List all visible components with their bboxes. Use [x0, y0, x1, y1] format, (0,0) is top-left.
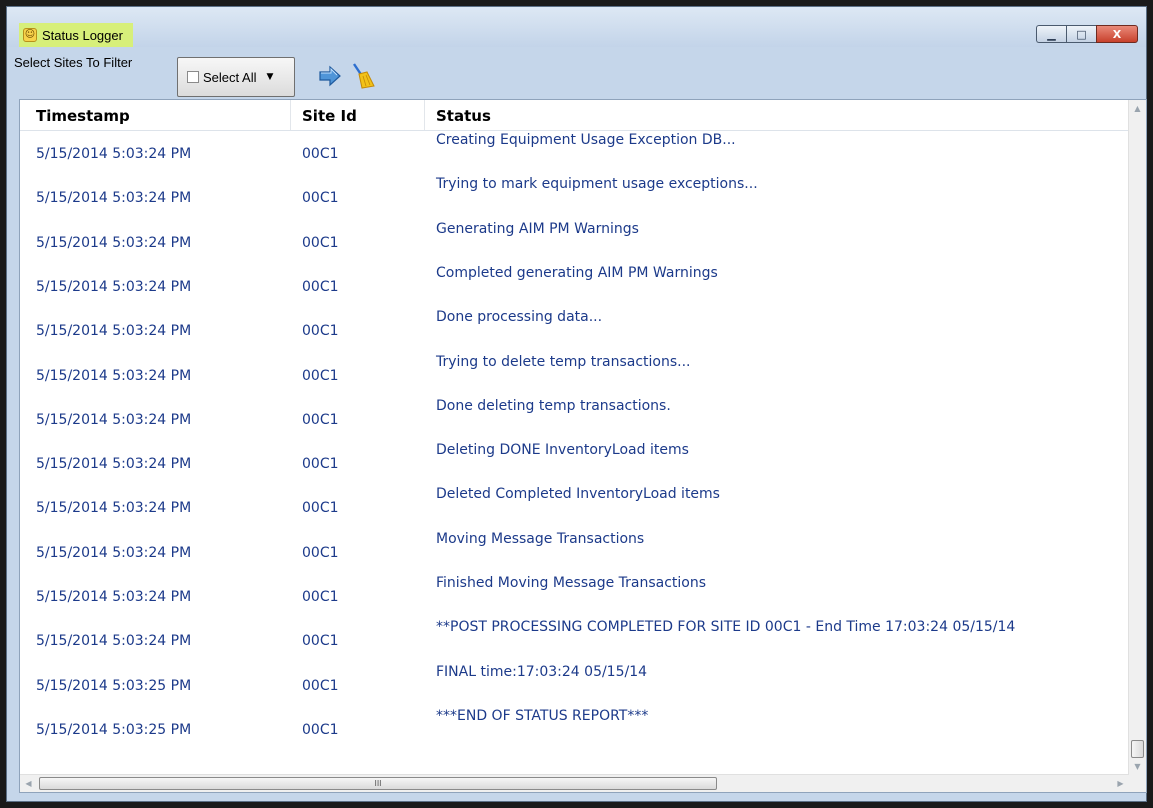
- table-row[interactable]: 5/15/2014 5:03:24 PM 00C1 **POST PROCESSIN…: [20, 618, 1129, 662]
- table-row[interactable]: 5/15/2014 5:03:25 PM 00C1 ***END OF STATUS…: [20, 707, 1129, 751]
- status-cell: Done processing data...: [436, 309, 603, 326]
- site-id-cell: 00C1: [302, 367, 339, 384]
- status-cell: FINAL time:17:03:24 05/15/14: [436, 663, 648, 680]
- site-id-cell: 00C1: [302, 500, 339, 517]
- table-row[interactable]: 5/15/2014 5:03:24 PM 00C1 Done processing …: [20, 308, 1129, 352]
- timestamp-cell: 5/15/2014 5:03:24 PM: [36, 323, 192, 340]
- site-id-cell: 00C1: [302, 190, 339, 207]
- table-row[interactable]: 5/15/2014 5:03:25 PM 00C1 FINAL time:17:03…: [20, 663, 1129, 707]
- minimize-icon: ▁: [1047, 27, 1056, 41]
- vertical-scroll-thumb[interactable]: [1131, 740, 1144, 758]
- table-row[interactable]: 5/15/2014 5:03:24 PM 00C1 Moving Message T…: [20, 530, 1129, 574]
- status-cell: Finished Moving Message Transactions: [436, 575, 707, 591]
- status-cell: Creating Equipment Usage Exception DB...: [436, 132, 736, 148]
- scroll-left-icon[interactable]: ◀: [20, 775, 37, 792]
- table-row[interactable]: 5/15/2014 5:03:24 PM 00C1 Trying to mark e…: [20, 175, 1129, 219]
- timestamp-cell: 5/15/2014 5:03:24 PM: [36, 633, 192, 650]
- column-header-status[interactable]: Status: [436, 107, 491, 125]
- column-header-site-id[interactable]: Site Id: [302, 107, 357, 125]
- table-row[interactable]: 5/15/2014 5:03:24 PM 00C1 Trying to delete…: [20, 353, 1129, 397]
- app-icon: ☺: [23, 28, 37, 42]
- status-cell: Deleting DONE InventoryLoad items: [436, 442, 689, 459]
- site-id-cell: 00C1: [302, 411, 339, 428]
- maximize-icon: □: [1076, 27, 1087, 41]
- timestamp-cell: 5/15/2014 5:03:25 PM: [36, 677, 192, 694]
- status-cell: Moving Message Transactions: [436, 530, 645, 547]
- status-logger-window: ☺ Status Logger ▁ □ X Select Sites To Fi…: [6, 6, 1147, 802]
- status-log-grid[interactable]: Timestamp Site Id Status 5/15/2014 5:03:…: [19, 99, 1147, 793]
- site-id-cell: 00C1: [302, 721, 339, 738]
- filter-label: Select Sites To Filter: [14, 55, 133, 70]
- forward-arrow-icon[interactable]: [315, 61, 345, 91]
- toolbar: Select Sites To Filter Select All ▼: [7, 47, 1146, 99]
- dropdown-arrow-icon[interactable]: ▼: [266, 72, 273, 82]
- status-cell: Deleted Completed InventoryLoad items: [436, 486, 720, 503]
- timestamp-cell: 5/15/2014 5:03:24 PM: [36, 367, 192, 384]
- timestamp-cell: 5/15/2014 5:03:24 PM: [36, 500, 192, 517]
- grip-icon: III: [374, 779, 382, 788]
- vertical-scrollbar[interactable]: ▲ ▼: [1128, 100, 1146, 775]
- status-cell: Trying to mark equipment usage exception…: [436, 176, 758, 193]
- window-title-text: Status Logger: [42, 27, 123, 43]
- timestamp-cell: 5/15/2014 5:03:24 PM: [36, 589, 192, 605]
- window-title: ☺ Status Logger: [19, 23, 133, 47]
- table-row[interactable]: 5/15/2014 5:03:24 PM 00C1 Finished Moving …: [20, 574, 1129, 618]
- scroll-down-icon[interactable]: ▼: [1129, 758, 1146, 775]
- scroll-up-icon[interactable]: ▲: [1129, 100, 1146, 117]
- status-cell: Generating AIM PM Warnings: [436, 220, 639, 237]
- site-filter-dropdown[interactable]: Select All ▼: [177, 57, 295, 97]
- site-id-cell: 00C1: [302, 456, 339, 473]
- timestamp-cell: 5/15/2014 5:03:24 PM: [36, 278, 192, 295]
- site-id-cell: 00C1: [302, 146, 339, 162]
- horizontal-scroll-thumb[interactable]: III: [39, 777, 717, 790]
- site-id-cell: 00C1: [302, 234, 339, 251]
- title-bar[interactable]: ☺ Status Logger ▁ □ X: [7, 7, 1146, 47]
- table-row[interactable]: 5/15/2014 5:03:24 PM 00C1 Deleting DONE In…: [20, 441, 1129, 485]
- table-row[interactable]: 5/15/2014 5:03:24 PM 00C1 Creating Equipme…: [20, 131, 1129, 175]
- close-icon: X: [1112, 27, 1122, 41]
- timestamp-cell: 5/15/2014 5:03:24 PM: [36, 234, 192, 251]
- column-header-timestamp[interactable]: Timestamp: [36, 107, 130, 125]
- grid-header: Timestamp Site Id Status: [20, 100, 1129, 131]
- timestamp-cell: 5/15/2014 5:03:24 PM: [36, 146, 192, 162]
- window-controls: ▁ □ X: [1036, 25, 1138, 43]
- table-row[interactable]: 5/15/2014 5:03:24 PM 00C1 Done deleting te…: [20, 397, 1129, 441]
- site-id-cell: 00C1: [302, 589, 339, 605]
- site-id-cell: 00C1: [302, 278, 339, 295]
- select-all-checkbox[interactable]: [187, 71, 199, 83]
- timestamp-cell: 5/15/2014 5:03:25 PM: [36, 721, 192, 738]
- site-id-cell: 00C1: [302, 544, 339, 561]
- status-cell: **POST PROCESSING COMPLETED FOR SITE ID …: [436, 619, 1016, 636]
- timestamp-cell: 5/15/2014 5:03:24 PM: [36, 411, 192, 428]
- site-id-cell: 00C1: [302, 677, 339, 694]
- scroll-right-icon[interactable]: ▶: [1112, 775, 1129, 792]
- broom-clear-icon[interactable]: [347, 61, 377, 91]
- timestamp-cell: 5/15/2014 5:03:24 PM: [36, 190, 192, 207]
- table-row[interactable]: 5/15/2014 5:03:24 PM 00C1 Deleted Complete…: [20, 485, 1129, 529]
- scrollbar-corner: [1129, 775, 1146, 792]
- status-cell: ***END OF STATUS REPORT***: [436, 707, 649, 724]
- table-row[interactable]: 5/15/2014 5:03:24 PM 00C1 Generating AIM P…: [20, 220, 1129, 264]
- table-row[interactable]: 5/15/2014 5:03:24 PM 00C1 Completed genera…: [20, 264, 1129, 308]
- select-all-label: Select All: [203, 69, 257, 85]
- close-button[interactable]: X: [1096, 25, 1138, 43]
- status-cell: Completed generating AIM PM Warnings: [436, 264, 718, 281]
- status-cell: Done deleting temp transactions.: [436, 397, 671, 414]
- site-id-cell: 00C1: [302, 633, 339, 650]
- maximize-button[interactable]: □: [1066, 25, 1096, 43]
- horizontal-scrollbar[interactable]: ◀ III ▶: [20, 774, 1129, 792]
- column-divider[interactable]: [290, 100, 291, 130]
- timestamp-cell: 5/15/2014 5:03:24 PM: [36, 456, 192, 473]
- minimize-button[interactable]: ▁: [1036, 25, 1066, 43]
- status-cell: Trying to delete temp transactions...: [436, 353, 691, 370]
- column-divider[interactable]: [424, 100, 425, 130]
- site-id-cell: 00C1: [302, 323, 339, 340]
- timestamp-cell: 5/15/2014 5:03:24 PM: [36, 544, 192, 561]
